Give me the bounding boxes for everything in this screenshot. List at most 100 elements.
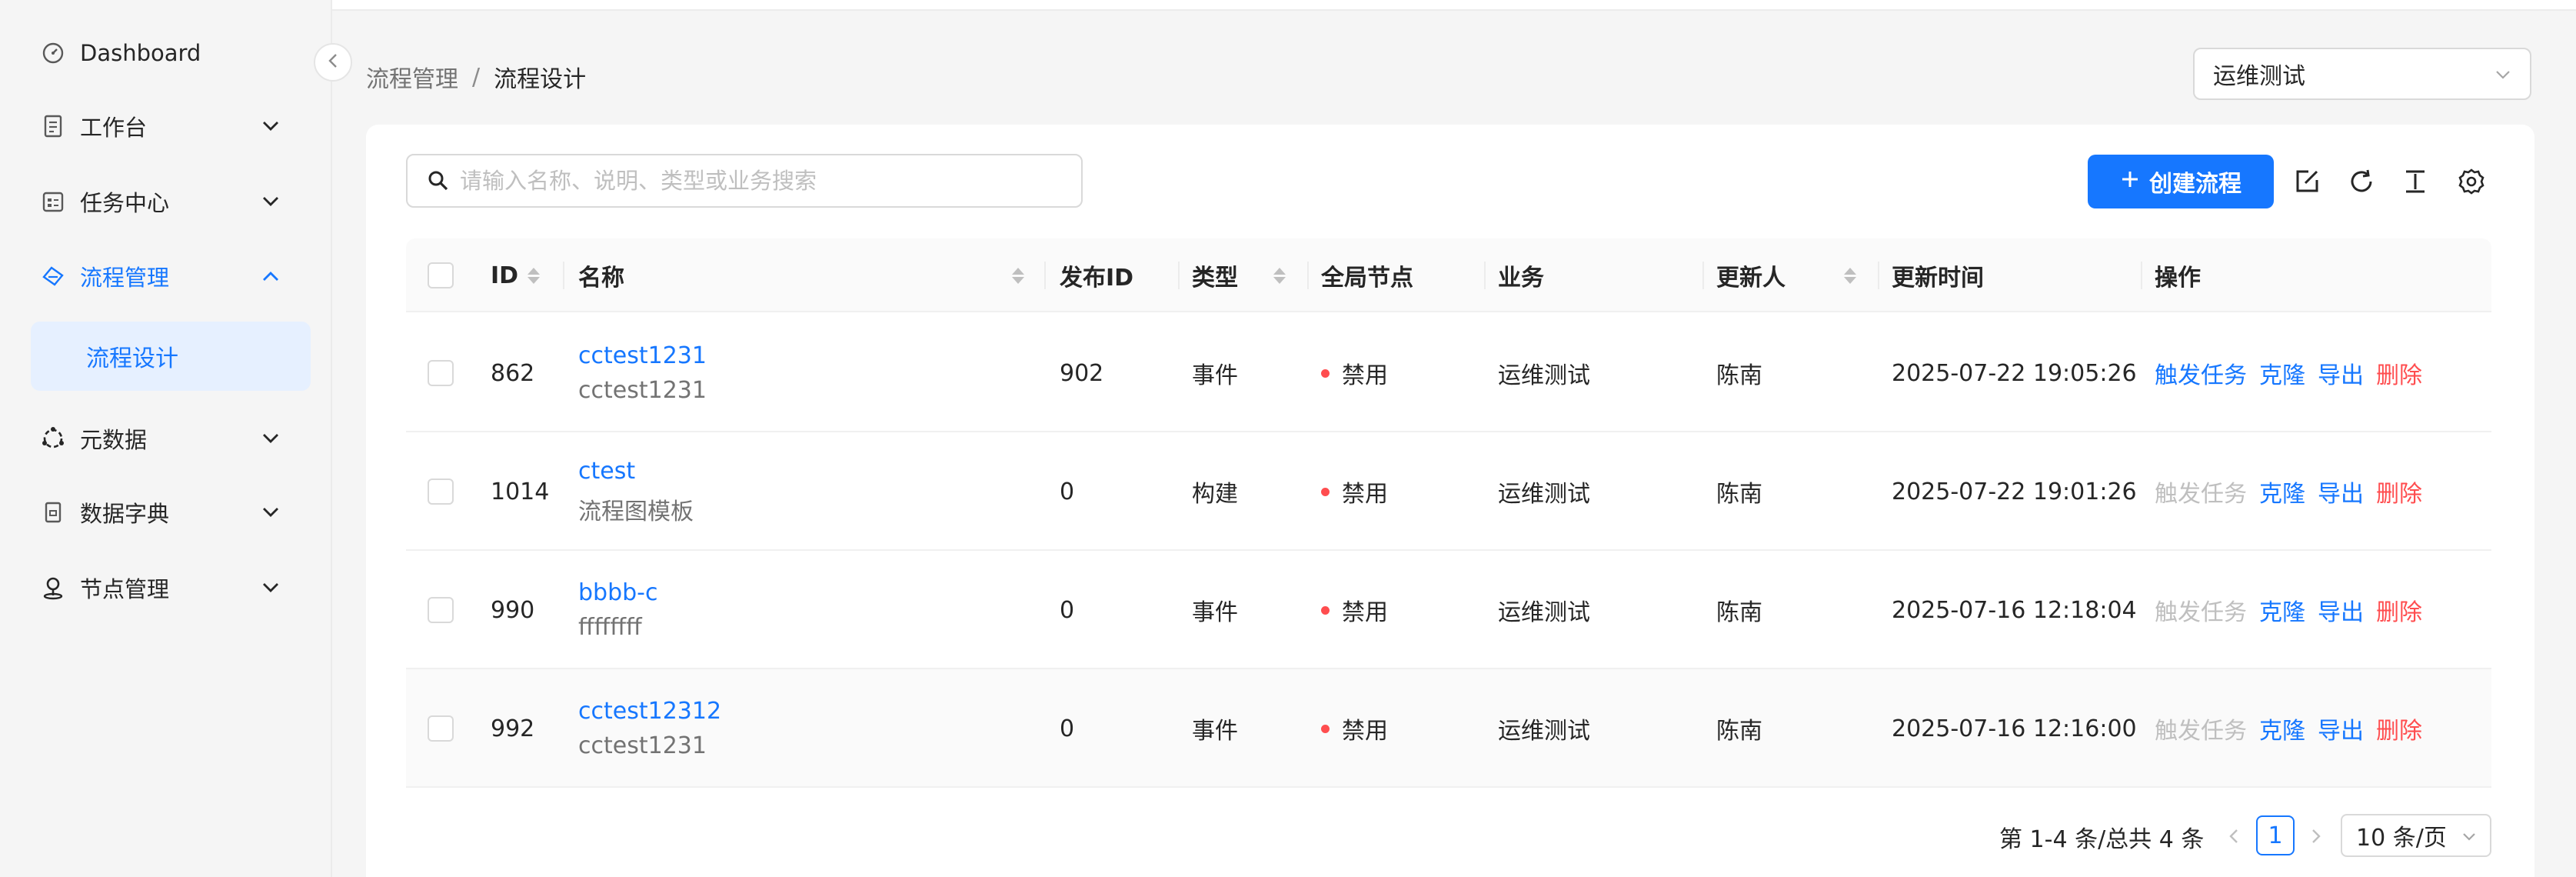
status-dot — [1321, 724, 1330, 733]
row-global-status: 禁用 — [1321, 551, 1388, 669]
column-header-name[interactable]: 名称 — [578, 238, 624, 312]
row-name-link[interactable]: ctest — [578, 458, 635, 485]
clone-link[interactable]: 克隆 — [2259, 356, 2305, 390]
prev-page-icon[interactable] — [2222, 825, 2245, 848]
sidebar-item-node-management[interactable]: 节点管理 — [0, 551, 332, 625]
clone-link[interactable]: 克隆 — [2259, 712, 2305, 745]
row-checkbox[interactable] — [428, 669, 454, 788]
row-actions: 触发任务 克隆 导出 删除 — [2155, 669, 2422, 788]
row-checkbox[interactable] — [428, 432, 454, 551]
sidebar-item-label: 数据字典 — [80, 501, 170, 527]
type-sort-icon[interactable] — [1273, 238, 1286, 312]
row-business: 运维测试 — [1498, 718, 1590, 745]
export-link[interactable]: 导出 — [2318, 712, 2364, 745]
breadcrumb-current: 流程设计 — [494, 66, 587, 93]
create-process-button[interactable]: 创建流程 — [2088, 155, 2274, 208]
name-sort-icon[interactable] — [1012, 238, 1024, 312]
row-checkbox[interactable] — [428, 551, 454, 669]
row-publish-id: 0 — [1060, 596, 1075, 624]
row-description: ffffffff — [578, 614, 642, 641]
row-global-status: 禁用 — [1321, 314, 1388, 432]
delete-link[interactable]: 删除 — [2376, 712, 2422, 745]
row-business: 运维测试 — [1498, 599, 1590, 626]
sidebar-item-workbench[interactable]: 工作台 — [0, 89, 332, 163]
sidebar-item-label: 任务中心 — [80, 190, 170, 216]
column-header-updater[interactable]: 更新人 — [1716, 238, 1786, 312]
trigger-task-link: 触发任务 — [2155, 481, 2247, 508]
sidebar-collapse-button[interactable] — [314, 43, 352, 82]
page-number-button[interactable]: 1 — [2256, 815, 2295, 855]
row-publish-id: 0 — [1060, 478, 1075, 505]
row-id: 862 — [491, 359, 535, 387]
sidebar-item-metadata[interactable]: 元数据 — [0, 402, 332, 475]
row-id: 992 — [491, 715, 535, 742]
row-name-link[interactable]: cctest1231 — [578, 342, 707, 369]
row-name-link[interactable]: cctest12312 — [578, 698, 721, 725]
row-updater: 陈南 — [1716, 599, 1762, 626]
row-business: 运维测试 — [1498, 362, 1590, 389]
row-actions: 触发任务 克隆 导出 删除 — [2155, 432, 2422, 551]
row-updated-time: 2025-07-16 12:18:04 — [1892, 596, 2137, 624]
chevron-up-icon — [255, 261, 286, 292]
search-box[interactable] — [406, 154, 1083, 208]
search-input[interactable] — [460, 168, 1060, 194]
page-size-select[interactable]: 10 条/页 — [2341, 814, 2491, 857]
row-global-status: 禁用 — [1321, 432, 1388, 551]
delete-link[interactable]: 删除 — [2376, 593, 2422, 627]
sidebar-item-label: 工作台 — [80, 115, 148, 141]
breadcrumb-separator: / — [472, 63, 481, 91]
gear-icon[interactable] — [2456, 166, 2487, 197]
sidebar-item-data-dictionary[interactable]: 数据字典 — [0, 475, 332, 549]
clone-link[interactable]: 克隆 — [2259, 593, 2305, 627]
status-dot — [1321, 368, 1330, 378]
row-updater: 陈南 — [1716, 362, 1762, 389]
column-header-id[interactable]: ID — [491, 238, 541, 312]
row-publish-id: 0 — [1060, 715, 1075, 742]
clone-link[interactable]: 克隆 — [2259, 475, 2305, 509]
sidebar-item-label: 节点管理 — [80, 576, 170, 602]
column-header-publish-id: 发布ID — [1060, 265, 1134, 292]
sidebar-item-label: 流程管理 — [80, 265, 170, 291]
breadcrumb-parent-link[interactable]: 流程管理 — [366, 60, 458, 94]
table-row: 992 cctest12312 cctest1231 0 事件 禁用 运维测试 … — [406, 669, 2491, 788]
dashboard-icon — [40, 40, 66, 66]
sidebar: Dashboard 工作台 任务中心 流程管理 流程设计 元数据 数据字典 节点… — [0, 0, 332, 877]
select-all-checkbox[interactable] — [428, 238, 454, 312]
row-name-link[interactable]: bbbb-c — [578, 579, 658, 606]
chevron-down-icon — [2491, 63, 2514, 86]
delete-link[interactable]: 删除 — [2376, 356, 2422, 390]
column-header-actions: 操作 — [2155, 265, 2201, 292]
chevron-left-icon — [327, 52, 339, 72]
edit-icon[interactable] — [2291, 166, 2322, 197]
sidebar-item-process-management[interactable]: 流程管理 — [0, 239, 332, 313]
export-link[interactable]: 导出 — [2318, 593, 2364, 627]
export-link[interactable]: 导出 — [2318, 475, 2364, 509]
export-link[interactable]: 导出 — [2318, 356, 2364, 390]
row-checkbox[interactable] — [428, 314, 454, 432]
sidebar-item-task-center[interactable]: 任务中心 — [0, 165, 332, 238]
trigger-task-link[interactable]: 触发任务 — [2155, 356, 2247, 390]
app-root: Dashboard 工作台 任务中心 流程管理 流程设计 元数据 数据字典 节点… — [0, 0, 2576, 877]
column-height-icon[interactable] — [2400, 166, 2431, 197]
table-row: 1014 ctest 流程图模板 0 构建 禁用 运维测试 陈南 2025-07… — [406, 432, 2491, 551]
refresh-icon[interactable] — [2346, 166, 2377, 197]
row-name-cell: bbbb-c ffffffff — [578, 551, 658, 669]
sidebar-item-label: 元数据 — [80, 427, 148, 453]
row-description: 流程图模板 — [578, 498, 694, 525]
chevron-down-icon — [255, 572, 286, 603]
trigger-task-link: 触发任务 — [2155, 718, 2247, 745]
row-actions: 触发任务 克隆 导出 删除 — [2155, 551, 2422, 669]
status-dot — [1321, 605, 1330, 615]
pagination-total: 第 1-4 条/总共 4 条 — [1999, 826, 2205, 853]
plus-icon — [2120, 168, 2140, 195]
flow-icon — [40, 263, 66, 289]
column-header-type[interactable]: 类型 — [1192, 238, 1238, 312]
page-size-value: 10 条/页 — [2356, 825, 2447, 852]
row-type: 事件 — [1192, 362, 1238, 389]
sidebar-item-dashboard[interactable]: Dashboard — [0, 16, 332, 90]
next-page-icon[interactable] — [2305, 825, 2328, 848]
delete-link[interactable]: 删除 — [2376, 475, 2422, 509]
updater-sort-icon[interactable] — [1844, 238, 1856, 312]
sidebar-subitem-process-design[interactable]: 流程设计 — [31, 322, 311, 391]
business-select[interactable]: 运维测试 — [2193, 48, 2531, 100]
